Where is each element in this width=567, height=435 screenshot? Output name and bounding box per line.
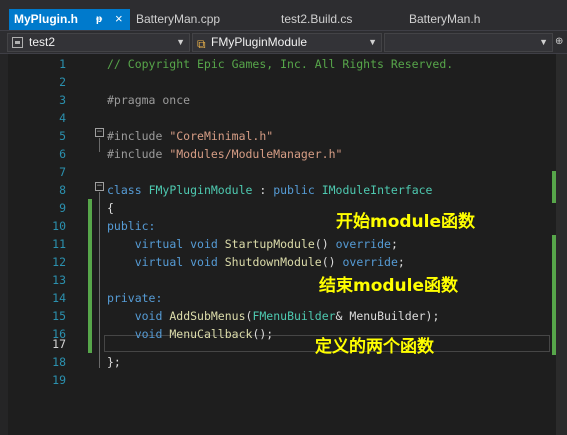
change-marker [88,199,92,353]
line-number: 11 [52,237,66,251]
tab-label: test2.Build.cs [281,12,353,26]
line-number: 10 [52,219,66,233]
code-line: #pragma once [107,93,191,107]
line-number: 6 [59,147,66,161]
outline-guide [99,192,100,368]
code-line: private: [107,291,163,305]
left-margin-strip [0,54,8,435]
line-number-current: 17 [52,337,66,351]
code-line: void MenuCallback(); [134,327,274,341]
code-line: }; [107,355,121,369]
class-icon: ⧉ [197,37,206,51]
line-number: 14 [52,291,66,305]
line-number: 3 [59,93,66,107]
vertical-scrollbar[interactable] [556,54,567,435]
code-line: // Copyright Epic Games, Inc. All Rights… [107,57,454,71]
code-line: #include "Modules/ModuleManager.h" [107,147,343,161]
code-line: void AddSubMenus(FMenuBuilder& MenuBuild… [134,309,440,323]
annotation-end-module: 结束module函数 [319,276,459,296]
line-number: 15 [52,309,66,323]
code-line: virtual void StartupModule() override; [134,237,398,251]
collapse-icon[interactable]: − [95,182,104,191]
member-dropdown[interactable]: ▼ [384,33,553,52]
line-number: 2 [59,75,66,89]
line-number: 19 [52,373,66,387]
line-number: 4 [59,111,66,125]
tab-batteryman-cpp[interactable]: BatteryMan.cpp [136,9,266,30]
code-line: #include "CoreMinimal.h" [107,129,274,143]
line-number: 5 [59,129,66,143]
chevron-down-icon: ▼ [539,37,548,47]
navigation-bar: test2 ▼ ⧉ FMyPluginModule ▼ ▼ ⊕ [0,30,567,54]
line-number: 13 [52,273,66,287]
scope-name: FMyPluginModule [211,35,308,49]
code-line: { [107,201,114,215]
split-button[interactable]: ⊕ [555,36,565,49]
tab-myplugin-h[interactable]: MyPlugin.h ᵽ × [9,9,130,30]
project-icon [12,37,23,48]
scope-dropdown[interactable]: ⧉ FMyPluginModule ▼ [192,33,382,52]
code-editor[interactable]: 1 2 3 4 5 6 7 8 9 10 11 12 13 14 15 16 1… [0,54,567,435]
chevron-down-icon: ▼ [368,37,377,47]
annotation-start-module: 开始module函数 [336,212,476,232]
project-dropdown[interactable]: test2 ▼ [7,33,190,52]
project-name: test2 [29,35,56,49]
close-icon[interactable]: × [115,8,123,29]
code-line: class FMyPluginModule : public IModuleIn… [107,183,433,197]
line-number: 7 [59,165,66,179]
tab-strip: MyPlugin.h ᵽ × BatteryMan.cpp test2.Buil… [0,0,567,30]
line-number: 18 [52,355,66,369]
code-line: virtual void ShutdownModule() override; [134,255,405,269]
annotation-two-functions: 定义的两个函数 [315,337,434,357]
line-number: 8 [59,183,66,197]
tab-label: MyPlugin.h [14,12,78,26]
collapse-icon[interactable]: − [95,128,104,137]
tab-label: BatteryMan.cpp [136,12,221,26]
pin-icon[interactable]: ᵽ [96,9,102,30]
tab-label: BatteryMan.h [409,12,481,26]
line-number: 1 [59,57,66,71]
code-line: public: [107,219,156,233]
outline-guide [99,138,100,152]
tab-batteryman-h[interactable]: BatteryMan.h [409,9,529,30]
chevron-down-icon: ▼ [176,37,185,47]
line-number: 12 [52,255,66,269]
line-number: 9 [59,201,66,215]
tab-test2-build-cs[interactable]: test2.Build.cs [281,9,396,30]
